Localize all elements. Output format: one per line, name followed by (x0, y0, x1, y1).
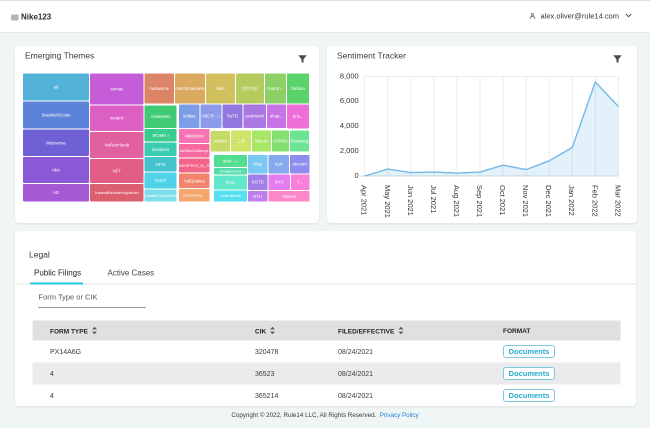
svg-text:Aug 2021: Aug 2021 (452, 185, 461, 217)
svg-text:Oct 2021: Oct 2021 (498, 185, 507, 215)
svg-text:0: 0 (355, 171, 359, 180)
svg-text:Jun 2021: Jun 2021 (406, 185, 415, 216)
svg-text:Feb 2022: Feb 2022 (590, 185, 599, 217)
svg-text:Sep 2021: Sep 2021 (475, 185, 484, 217)
svg-text:2,000: 2,000 (340, 146, 359, 155)
svg-text:Apr 2021: Apr 2021 (360, 185, 369, 215)
svg-text:6,000: 6,000 (340, 96, 359, 105)
svg-text:8,000: 8,000 (340, 71, 359, 80)
svg-text:Nov 2021: Nov 2021 (521, 185, 530, 217)
svg-text:Jul 2021: Jul 2021 (429, 185, 438, 213)
svg-text:4,000: 4,000 (340, 121, 359, 130)
svg-text:Mar 2022: Mar 2022 (613, 185, 622, 217)
svg-text:May 2021: May 2021 (383, 185, 392, 218)
svg-text:Jan 2022: Jan 2022 (567, 185, 576, 216)
svg-text:Dec 2021: Dec 2021 (544, 185, 553, 217)
